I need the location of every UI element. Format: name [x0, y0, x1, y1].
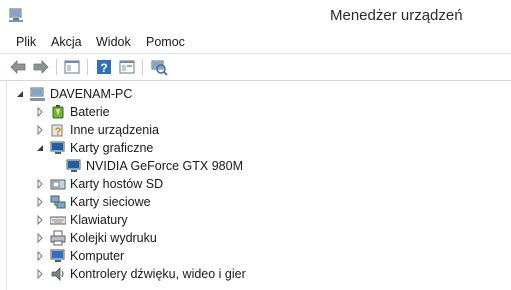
tree-device-label: NVIDIA GeForce GTX 980M [86, 159, 243, 173]
svg-text:?: ? [100, 61, 107, 75]
tree-item-label: Inne urządzenia [70, 123, 159, 137]
tree-item-label: Komputer [70, 249, 125, 263]
toolbar-separator [142, 59, 143, 75]
printer-icon [50, 230, 66, 246]
expand-icon[interactable] [34, 106, 46, 118]
expand-icon[interactable] [34, 196, 46, 208]
network-adapter-icon [50, 195, 66, 209]
collapse-icon[interactable] [14, 88, 26, 100]
tree-item-karty-hostow-sd[interactable]: Karty hostów SD [34, 175, 163, 193]
svg-text:?: ? [55, 126, 62, 138]
tree-device-nvidia[interactable]: NVIDIA GeForce GTX 980M [66, 157, 243, 175]
properties-icon[interactable] [118, 58, 136, 76]
unknown-device-icon: ? [51, 124, 63, 138]
computer-icon [30, 87, 45, 101]
sound-icon [51, 267, 64, 281]
title-bar: Menedżer urządzeń [0, 0, 511, 32]
tree-item-kolejki-wydruku[interactable]: Kolejki wydruku [34, 229, 157, 247]
toolbar: ? [0, 53, 511, 81]
tree-item-baterie[interactable]: Baterie [34, 103, 110, 121]
collapse-icon[interactable] [34, 142, 46, 154]
menu-file[interactable]: Plik [16, 35, 36, 49]
forward-icon[interactable] [32, 58, 50, 76]
scan-hardware-icon[interactable] [150, 58, 168, 76]
toolbar-separator [87, 59, 88, 75]
expand-icon[interactable] [34, 268, 46, 280]
sd-host-icon [50, 179, 66, 190]
back-icon[interactable] [9, 58, 27, 76]
tree-item-karty-graficzne[interactable]: Karty graficzne [34, 139, 153, 157]
display-adapter-icon [50, 141, 65, 154]
computer-icon [50, 249, 65, 262]
tree-item-label: Kontrolery dźwięku, wideo i gier [70, 267, 246, 281]
expand-icon[interactable] [34, 178, 46, 190]
device-tree: DAVENAM-PC Baterie ? Inne urządzenia Kar… [0, 80, 511, 290]
expand-icon[interactable] [34, 124, 46, 136]
battery-icon [52, 105, 64, 119]
tree-item-label: Baterie [70, 105, 110, 119]
help-icon[interactable]: ? [95, 58, 113, 76]
menu-action[interactable]: Akcja [51, 35, 82, 49]
tree-root[interactable]: DAVENAM-PC [14, 85, 132, 103]
keyboard-icon [50, 216, 66, 225]
toolbar-separator [56, 59, 57, 75]
expand-icon[interactable] [34, 250, 46, 262]
tree-root-label: DAVENAM-PC [50, 87, 133, 101]
tree-item-kontrolery-dzwieku[interactable]: Kontrolery dźwięku, wideo i gier [34, 265, 246, 283]
tree-item-inne-urzadzenia[interactable]: ? Inne urządzenia [34, 121, 159, 139]
show-hide-console-tree-icon[interactable] [63, 58, 81, 76]
menu-bar: Plik Akcja Widok Pomoc [0, 32, 511, 52]
expand-icon[interactable] [34, 232, 46, 244]
tree-item-label: Karty hostów SD [70, 177, 164, 191]
tree-item-label: Klawiatury [70, 213, 128, 227]
expand-icon[interactable] [34, 214, 46, 226]
tree-item-komputer[interactable]: Komputer [34, 247, 124, 265]
menu-view[interactable]: Widok [96, 35, 131, 49]
display-adapter-icon [66, 159, 81, 172]
tree-item-karty-sieciowe[interactable]: Karty sieciowe [34, 193, 151, 211]
menu-help[interactable]: Pomoc [146, 35, 185, 49]
window-title: Menedżer urządzeń [330, 7, 463, 24]
tree-item-label: Karty graficzne [70, 141, 154, 155]
tree-border [6, 81, 7, 290]
tree-item-klawiatury[interactable]: Klawiatury [34, 211, 128, 229]
tree-item-label: Karty sieciowe [70, 195, 151, 209]
tree-item-label: Kolejki wydruku [70, 231, 157, 245]
